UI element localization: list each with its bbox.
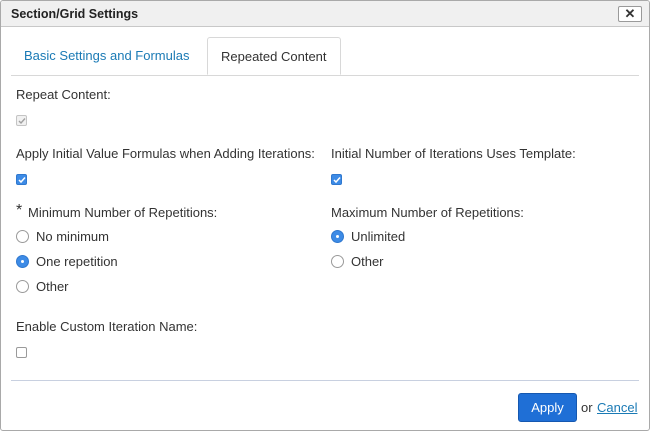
apply-formulas-checkbox[interactable] xyxy=(16,174,27,185)
check-icon xyxy=(18,177,26,184)
radio-unlimited-label: Unlimited xyxy=(351,229,406,244)
close-button[interactable]: ✕ xyxy=(618,6,642,22)
tab-basic-settings[interactable]: Basic Settings and Formulas xyxy=(11,37,202,74)
cancel-link[interactable]: Cancel xyxy=(597,400,637,415)
radio-no-minimum-label: No minimum xyxy=(36,229,109,244)
iterations-template-checkbox[interactable] xyxy=(331,174,342,185)
apply-button[interactable]: Apply xyxy=(518,393,577,422)
radio-one-repetition-label: One repetition xyxy=(36,254,118,269)
radio-one-repetition[interactable] xyxy=(16,255,29,268)
footer-divider xyxy=(11,380,639,381)
apply-formulas-label: Apply Initial Value Formulas when Adding… xyxy=(16,146,315,161)
tab-bar: Basic Settings and Formulas Repeated Con… xyxy=(11,37,639,76)
repeat-content-label: Repeat Content: xyxy=(16,87,111,102)
or-text: or xyxy=(581,400,593,415)
close-icon: ✕ xyxy=(624,6,636,21)
required-marker: * xyxy=(16,202,23,219)
radio-min-other[interactable] xyxy=(16,280,29,293)
minimum-repetitions-label: Minimum Number of Repetitions: xyxy=(28,205,218,220)
custom-iteration-name-checkbox[interactable] xyxy=(16,347,27,358)
maximum-repetitions-label: Maximum Number of Repetitions: xyxy=(331,205,524,220)
custom-iteration-name-label: Enable Custom Iteration Name: xyxy=(16,319,198,334)
repeat-content-checkbox[interactable] xyxy=(16,115,27,126)
radio-max-other-label: Other xyxy=(351,254,384,269)
tab-repeated-content[interactable]: Repeated Content xyxy=(207,37,341,75)
radio-max-other[interactable] xyxy=(331,255,344,268)
check-icon xyxy=(18,118,26,125)
iterations-template-label: Initial Number of Iterations Uses Templa… xyxy=(331,146,576,161)
radio-no-minimum[interactable] xyxy=(16,230,29,243)
dialog-titlebar: Section/Grid Settings ✕ xyxy=(1,1,649,27)
radio-min-other-label: Other xyxy=(36,279,69,294)
check-icon xyxy=(333,177,341,184)
radio-unlimited[interactable] xyxy=(331,230,344,243)
settings-dialog: Section/Grid Settings ✕ Basic Settings a… xyxy=(0,0,650,431)
dialog-title: Section/Grid Settings xyxy=(11,7,139,21)
